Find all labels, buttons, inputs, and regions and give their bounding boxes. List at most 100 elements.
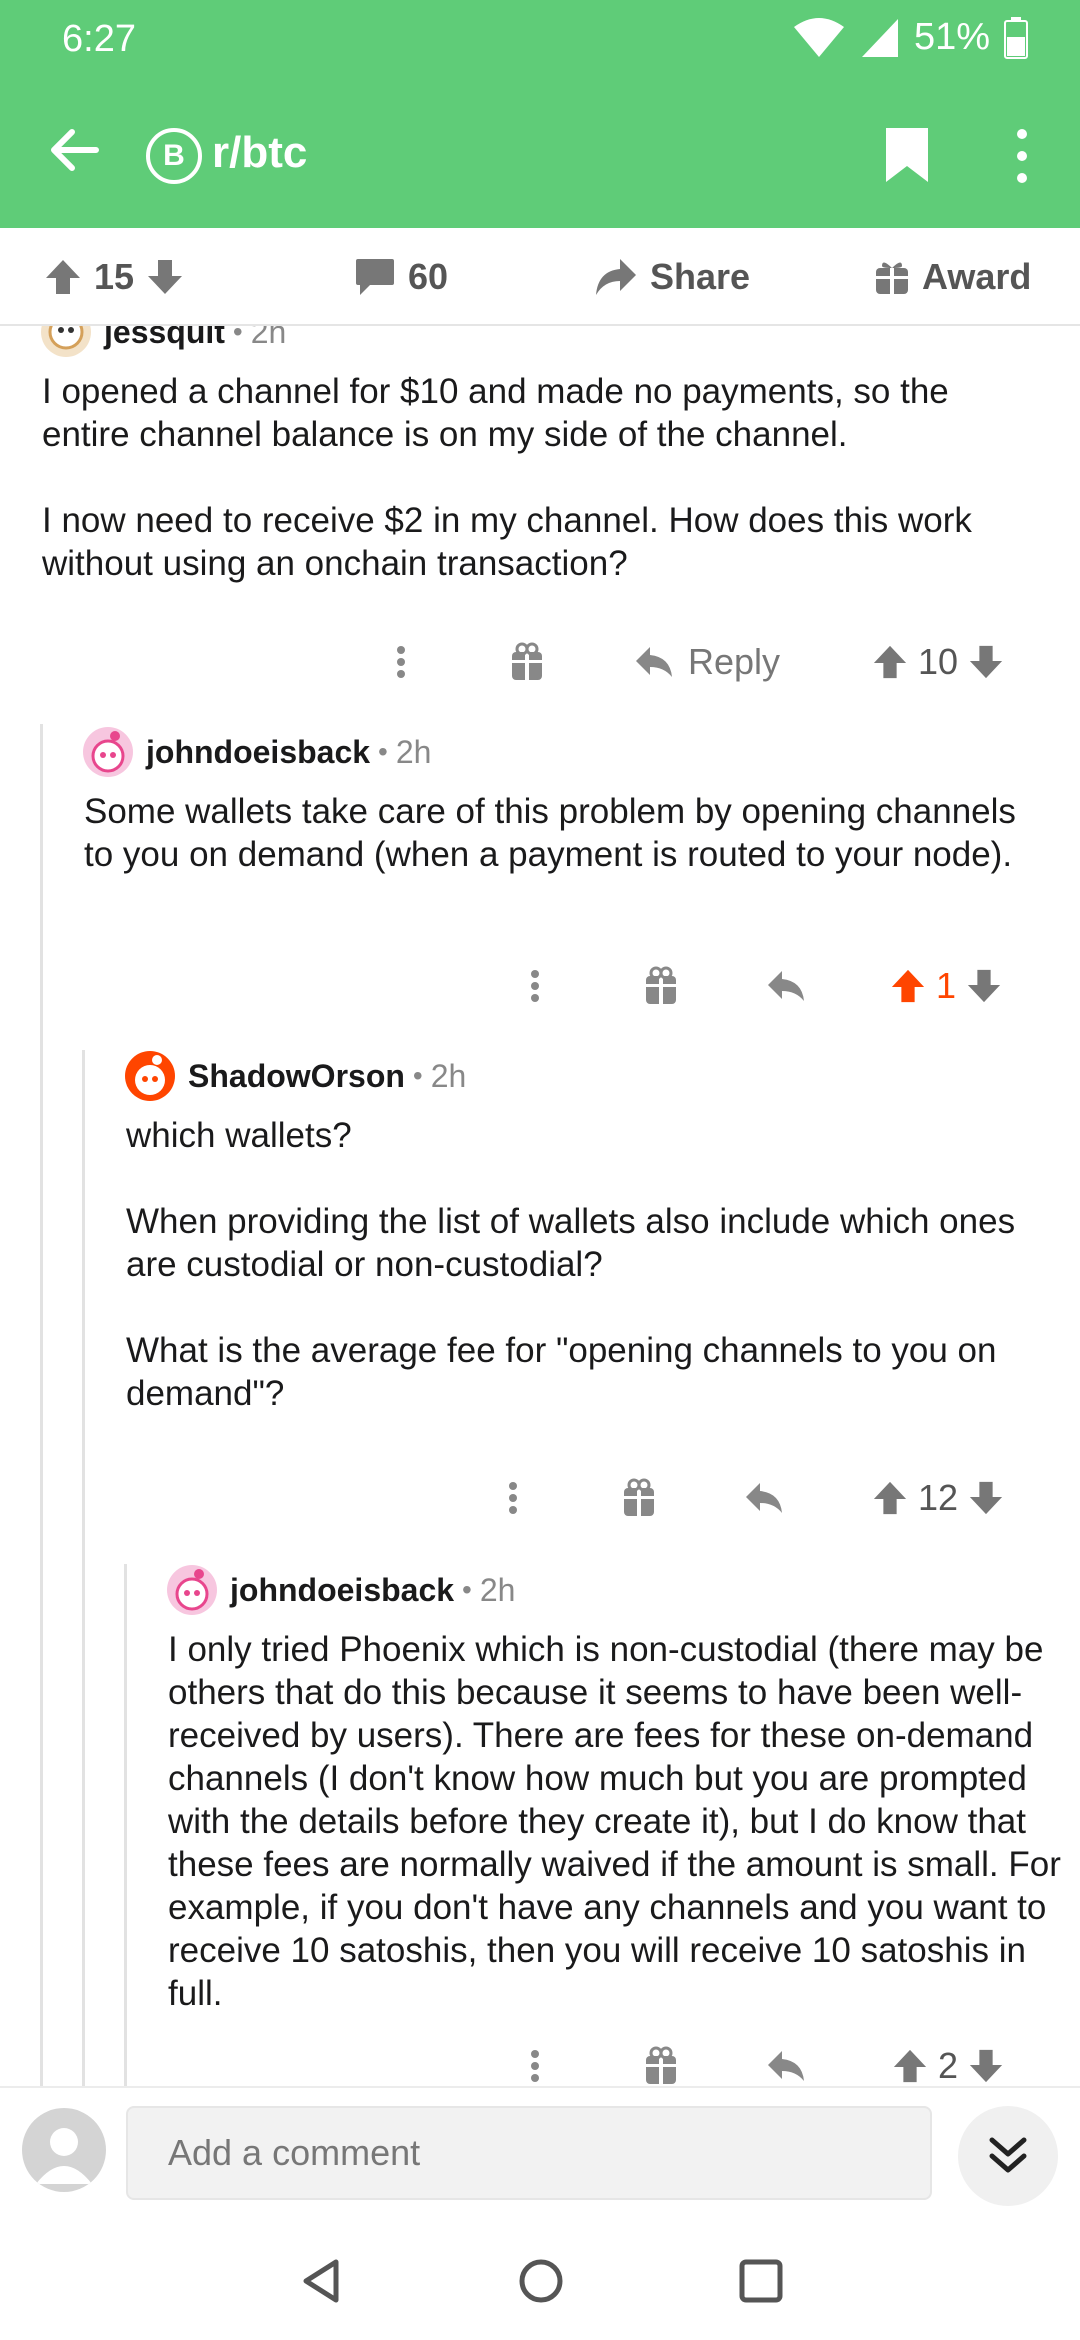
vote-count: 12: [918, 1477, 959, 1518]
upvote-icon[interactable]: [872, 1480, 908, 1516]
post-vote-group: 15: [44, 252, 184, 302]
comment-paragraph: which wallets?: [126, 1116, 352, 1155]
comment-2-actions: 1: [0, 956, 1080, 1016]
downvote-icon[interactable]: [966, 968, 1002, 1004]
avatar[interactable]: [166, 1564, 218, 1616]
subreddit-icon[interactable]: B: [146, 128, 202, 184]
comment-time: 2h: [250, 326, 287, 350]
gift-icon: [876, 262, 908, 294]
award-label: Award: [922, 256, 1032, 297]
nav-recents-icon[interactable]: [736, 2256, 786, 2306]
reply-button[interactable]: Reply: [634, 632, 780, 692]
comment-4-actions: 2: [0, 2036, 1080, 2086]
comment-time: 2h: [395, 733, 432, 770]
more-options-icon[interactable]: [386, 632, 416, 692]
share-icon: [596, 259, 636, 295]
avatar[interactable]: [22, 2108, 106, 2192]
comment-author[interactable]: jessquit: [104, 326, 225, 351]
more-options-icon[interactable]: [520, 2036, 550, 2086]
downvote-icon[interactable]: [968, 1480, 1004, 1516]
comment-count: 60: [408, 256, 449, 297]
double-chevron-down-icon: [989, 2137, 1027, 2173]
comment-paragraph: I only tried Phoenix which is non-custod…: [168, 1630, 1061, 2013]
comment-paragraph: I now need to receive $2 in my channel. …: [42, 501, 972, 583]
separator-dot: •: [378, 736, 388, 767]
avatar[interactable]: [40, 326, 92, 358]
gift-icon[interactable]: [644, 956, 678, 1016]
reply-label: Reply: [688, 641, 781, 682]
thread-line[interactable]: [82, 1050, 85, 2086]
avatar[interactable]: [82, 726, 134, 778]
comment-4-body: I only tried Phoenix which is non-custod…: [168, 1628, 1068, 2015]
comment-vote-group: 2: [892, 2036, 1004, 2086]
gift-icon[interactable]: [510, 632, 544, 692]
comment-4-author-row: johndoeisback • 2h: [166, 1564, 515, 1616]
upvote-icon[interactable]: [892, 2048, 928, 2084]
comment-paragraph: What is the average fee for "opening cha…: [126, 1331, 997, 1413]
downvote-icon[interactable]: [968, 2048, 1004, 2084]
upvote-icon[interactable]: [890, 968, 926, 1004]
comment-time: 2h: [430, 1057, 467, 1094]
avatar[interactable]: [124, 1050, 176, 1102]
comment-2-body: Some wallets take care of this problem b…: [84, 790, 1044, 876]
downvote-icon[interactable]: [146, 258, 184, 296]
upvote-icon[interactable]: [872, 644, 908, 680]
more-options-icon[interactable]: [498, 1468, 528, 1528]
separator-dot: •: [232, 326, 243, 347]
separator-dot: •: [462, 1574, 472, 1605]
downvote-icon[interactable]: [968, 644, 1004, 680]
gift-icon[interactable]: [622, 1468, 656, 1528]
reply-icon[interactable]: [766, 956, 806, 1016]
more-options-icon[interactable]: [1002, 126, 1042, 186]
comment-vote-group: 1: [890, 956, 1002, 1016]
bookmark-icon[interactable]: [882, 126, 932, 184]
comments-button[interactable]: 60: [354, 252, 448, 302]
comment-3-body: which wallets? When providing the list o…: [126, 1114, 1046, 1415]
user-icon: [36, 2128, 92, 2184]
signal-icon: [861, 18, 898, 57]
comment-author[interactable]: johndoeisback: [230, 1572, 454, 1609]
comment-1-body: I opened a channel for $10 and made no p…: [42, 370, 1042, 585]
thread-line[interactable]: [40, 724, 43, 2086]
reply-icon[interactable]: [766, 2036, 806, 2086]
comment-time: 2h: [479, 1571, 516, 1608]
comment-icon: [356, 259, 394, 295]
reply-icon[interactable]: [744, 1468, 784, 1528]
more-options-icon[interactable]: [520, 956, 550, 1016]
comment-paragraph: I opened a channel for $10 and made no p…: [42, 372, 949, 454]
reply-icon: [636, 647, 672, 677]
post-action-bar: 15 60 Share Award: [0, 228, 1080, 326]
comment-paragraph: Some wallets take care of this problem b…: [84, 792, 1016, 874]
vote-count: 2: [938, 2045, 959, 2086]
comment-composer: Add a comment: [0, 2086, 1080, 2216]
expand-button[interactable]: [958, 2106, 1058, 2206]
gift-icon[interactable]: [644, 2036, 678, 2086]
nav-home-icon[interactable]: [516, 2256, 566, 2306]
comment-author[interactable]: ShadowOrson: [188, 1058, 405, 1095]
nav-back-icon[interactable]: [296, 2256, 346, 2306]
subreddit-name[interactable]: r/btc: [212, 128, 307, 178]
battery-icon: [1004, 16, 1028, 59]
upvote-icon[interactable]: [44, 258, 82, 296]
share-button[interactable]: Share: [594, 252, 750, 302]
toolbar: B r/btc: [0, 108, 1080, 198]
wifi-icon: [793, 17, 844, 57]
comment-vote-group: 10: [872, 632, 1004, 692]
thread-line[interactable]: [124, 1564, 127, 2086]
share-label: Share: [650, 256, 751, 297]
comment-paragraph: When providing the list of wallets also …: [126, 1202, 1016, 1284]
comments-list: jessquit • 2h I opened a channel for $10…: [0, 326, 1080, 2086]
back-arrow-icon[interactable]: [44, 120, 104, 180]
system-nav-bar: [0, 2216, 1080, 2340]
vote-count: 1: [936, 965, 957, 1006]
comment-input[interactable]: Add a comment: [126, 2106, 932, 2200]
post-vote-count: 15: [94, 256, 135, 297]
comment-1-author-row: jessquit • 2h: [40, 326, 286, 358]
comment-3-actions: 12: [0, 1468, 1080, 1528]
comment-1-actions: Reply 10: [0, 632, 1080, 692]
app-header: 6:27 51% B r/btc: [0, 0, 1080, 228]
vote-count: 10: [918, 641, 959, 682]
battery-level: 51%: [913, 16, 990, 58]
award-button[interactable]: Award: [874, 252, 1031, 302]
comment-author[interactable]: johndoeisback: [146, 734, 370, 771]
